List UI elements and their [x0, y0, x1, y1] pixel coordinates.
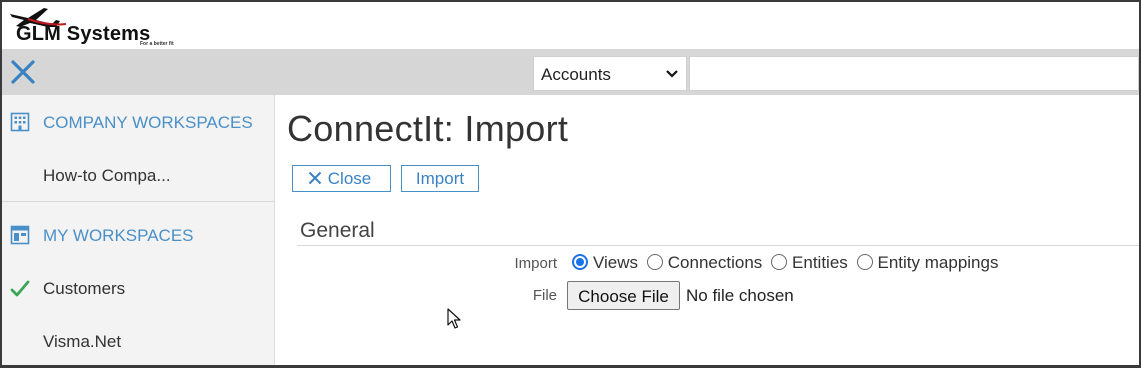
radio-button-entities[interactable] — [771, 254, 788, 271]
radio-label: Views — [593, 253, 639, 272]
main-content: ConnectIt: Import Close Import General I… — [275, 95, 1139, 365]
chevron-down-icon — [666, 70, 678, 78]
import-button[interactable]: Import — [401, 165, 479, 192]
brand-logo: GLM Systems For a better fit — [8, 6, 178, 48]
sidebar-item-label: Customers — [43, 279, 126, 298]
sidebar-item-label: How-to Compa... — [43, 166, 171, 185]
radio-option-views[interactable]: Views — [572, 253, 638, 273]
brand-tagline: For a better fit — [140, 41, 174, 47]
entity-select[interactable]: Accounts — [533, 56, 687, 91]
search-input[interactable] — [689, 56, 1139, 91]
radio-option-entities[interactable]: Entities — [771, 253, 848, 273]
sidebar-section-my-workspaces[interactable]: MY WORKSPACES — [2, 210, 274, 262]
sidebar-section-label: COMPANY WORKSPACES — [43, 113, 253, 132]
close-icon — [308, 171, 321, 185]
close-button-label: Close — [327, 169, 372, 188]
radio-button-entity-mappings[interactable] — [856, 254, 873, 271]
header: GLM Systems For a better fit — [2, 2, 1139, 49]
radio-label: Connections — [667, 253, 763, 272]
sidebar-section-company-workspaces[interactable]: COMPANY WORKSPACES — [2, 97, 274, 149]
file-label: File — [532, 287, 557, 304]
toolbar: Accounts — [2, 49, 1139, 95]
entity-select-value: Accounts — [541, 65, 611, 84]
radio-label: Entities — [792, 253, 848, 272]
radio-option-entity-mappings[interactable]: Entity mappings — [856, 253, 999, 273]
sidebar: COMPANY WORKSPACES How-to Compa... MY WO… — [2, 95, 275, 365]
close-button[interactable]: Close — [292, 165, 391, 192]
import-type-label: Import — [514, 255, 557, 272]
check-icon — [10, 280, 30, 297]
building-icon — [10, 112, 30, 132]
section-title-general: General — [300, 219, 375, 242]
radio-option-connections[interactable]: Connections — [646, 253, 763, 273]
brand-name: GLM Systems — [16, 23, 151, 45]
mouse-pointer-icon — [447, 308, 461, 329]
close-icon[interactable] — [10, 59, 36, 85]
file-status-text: No file chosen — [686, 286, 794, 305]
choose-file-button[interactable]: Choose File — [567, 281, 680, 310]
window-icon — [10, 225, 30, 245]
radio-button-views[interactable] — [572, 254, 588, 271]
sidebar-item-customers[interactable]: Customers — [2, 263, 274, 315]
import-type-radio-group: Views Connections Entities Entity mappin… — [572, 253, 1002, 275]
sidebar-divider — [2, 201, 274, 202]
sidebar-section-label: MY WORKSPACES — [43, 226, 194, 245]
radio-button-connections[interactable] — [646, 254, 663, 271]
sidebar-item-label: Visma.Net — [43, 332, 122, 351]
app-window: GLM Systems For a better fit Accounts CO… — [2, 2, 1139, 365]
section-divider — [297, 245, 1139, 246]
radio-label: Entity mappings — [877, 253, 999, 272]
sidebar-item-how-to-company[interactable]: How-to Compa... — [2, 150, 274, 202]
sidebar-item-visma-net[interactable]: Visma.Net — [2, 316, 274, 365]
page-title: ConnectIt: Import — [287, 108, 569, 149]
